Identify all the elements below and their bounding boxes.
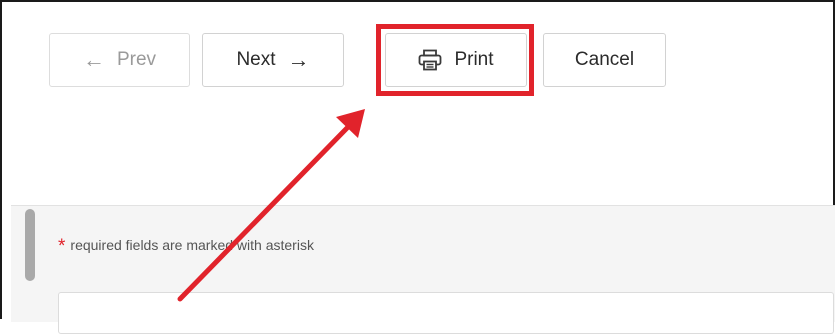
right-arrow-icon: →: [287, 47, 310, 72]
cancel-button[interactable]: Cancel: [543, 33, 666, 87]
scrollbar[interactable]: [25, 209, 35, 281]
print-button[interactable]: Print: [385, 33, 527, 87]
prev-button[interactable]: ← Prev: [49, 33, 190, 87]
form-field[interactable]: [58, 292, 834, 334]
cancel-button-label: Cancel: [574, 49, 635, 70]
required-fields-note: * required fields are marked with asteris…: [58, 236, 314, 258]
form-area: * required fields are marked with asteris…: [11, 205, 835, 334]
print-button-label: Print: [454, 49, 494, 70]
left-arrow-icon: ←: [82, 47, 105, 72]
app-frame: ← Prev Next → Print Cancel * required fi…: [0, 0, 835, 334]
required-asterisk: *: [58, 236, 66, 257]
toolbar: ← Prev Next → Print Cancel: [2, 2, 833, 202]
prev-button-label: Prev: [116, 49, 157, 70]
printer-icon: [418, 49, 442, 71]
required-fields-note-text: required fields are marked with asterisk: [70, 237, 314, 253]
next-button[interactable]: Next →: [202, 33, 344, 87]
next-button-label: Next: [236, 49, 276, 70]
